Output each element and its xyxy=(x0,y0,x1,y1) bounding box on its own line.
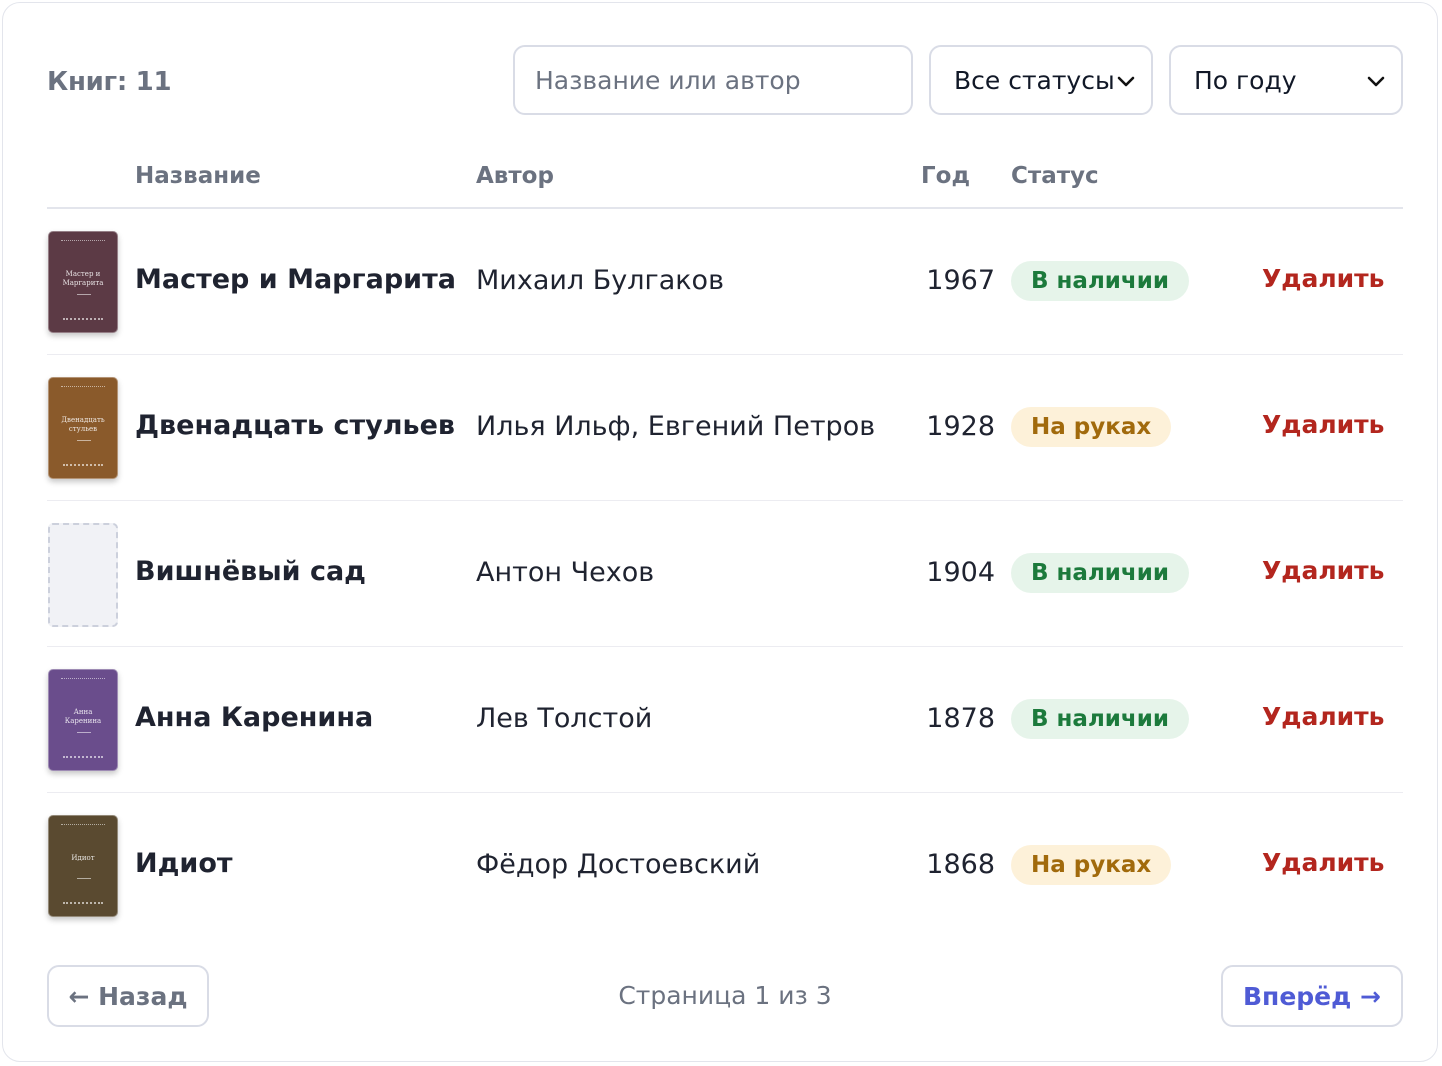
page-info: Страница 1 из 3 xyxy=(618,981,832,1010)
book-title: Анна Каренина xyxy=(135,702,374,733)
book-year: 1928 xyxy=(926,411,995,442)
book-cover: Мастер и Маргарита xyxy=(48,231,118,333)
book-year: 1967 xyxy=(926,265,995,296)
column-header-year[interactable]: Год xyxy=(921,163,970,189)
status-badge: На руках xyxy=(1011,407,1172,447)
table-row: Идиот Идиот Фёдор Достоевский 1868 На руках У… xyxy=(47,793,1403,939)
book-cover-placeholder xyxy=(48,523,118,627)
book-cover: Двенадцать стульев xyxy=(48,377,118,479)
book-title: Двенадцать стульев xyxy=(135,410,455,441)
book-cover-title: Мастер и Маргарита xyxy=(62,270,104,287)
delete-button[interactable]: Удалить xyxy=(1262,410,1384,439)
book-cover: Анна Каренина xyxy=(48,669,118,771)
book-author: Антон Чехов xyxy=(476,557,655,588)
book-author: Фёдор Достоевский xyxy=(476,849,761,880)
book-cover-title: Идиот xyxy=(71,854,95,862)
book-year: 1904 xyxy=(926,557,995,588)
table-header: Название Автор Год Статус xyxy=(47,153,1403,209)
next-page-button[interactable]: Вперёд → xyxy=(1221,965,1403,1027)
prev-page-button[interactable]: ← Назад xyxy=(47,965,209,1027)
book-cover-title: Двенадцать стульев xyxy=(61,416,105,433)
status-badge: На руках xyxy=(1011,845,1172,885)
book-cover-title: Анна Каренина xyxy=(64,708,102,725)
status-filter-select[interactable]: Все статусы xyxy=(929,45,1153,115)
table-row: Вишнёвый сад Антон Чехов 1904 В наличии Удал… xyxy=(47,501,1403,647)
book-author: Лев Толстой xyxy=(476,703,653,734)
column-header-author[interactable]: Автор xyxy=(476,163,554,189)
status-badge: В наличии xyxy=(1011,261,1189,301)
book-count: Книг: 11 xyxy=(47,67,172,97)
table-row: Анна Каренина Анна Каренина Лев Толстой 187… xyxy=(47,647,1403,793)
delete-button[interactable]: Удалить xyxy=(1262,702,1384,731)
sort-select[interactable]: По году xyxy=(1169,45,1403,115)
delete-button[interactable]: Удалить xyxy=(1262,848,1384,877)
column-header-status[interactable]: Статус xyxy=(1011,163,1099,189)
delete-button[interactable]: Удалить xyxy=(1262,264,1384,293)
table-row: Мастер и Маргарита Мастер и Маргарита Миха… xyxy=(47,209,1403,355)
book-title: Мастер и Маргарита xyxy=(135,264,456,295)
status-filter-value: Все статусы xyxy=(954,65,1115,95)
pagination: ← Назад Страница 1 из 3 Вперёд → xyxy=(47,965,1403,1027)
book-title: Вишнёвый сад xyxy=(135,556,366,587)
toolbar: Книг: 11 Все статусы По году xyxy=(47,45,1403,115)
chevron-down-icon xyxy=(1117,76,1135,87)
book-year: 1878 xyxy=(926,703,995,734)
delete-button[interactable]: Удалить xyxy=(1262,556,1384,585)
book-cover: Идиот xyxy=(48,815,118,917)
search-input[interactable] xyxy=(513,45,913,115)
books-card: Книг: 11 Все статусы По году Название Ав… xyxy=(2,2,1438,1062)
book-year: 1868 xyxy=(926,849,995,880)
table-row: Двенадцать стульев Двенадцать стульев Илья… xyxy=(47,355,1403,501)
book-author: Илья Ильф, Евгений Петров xyxy=(476,411,876,442)
book-author: Михаил Булгаков xyxy=(476,265,724,296)
sort-value: По году xyxy=(1194,65,1297,95)
status-badge: В наличии xyxy=(1011,553,1189,593)
column-header-title[interactable]: Название xyxy=(135,163,261,189)
status-badge: В наличии xyxy=(1011,699,1189,739)
chevron-down-icon xyxy=(1367,76,1385,87)
book-title: Идиот xyxy=(135,848,233,879)
